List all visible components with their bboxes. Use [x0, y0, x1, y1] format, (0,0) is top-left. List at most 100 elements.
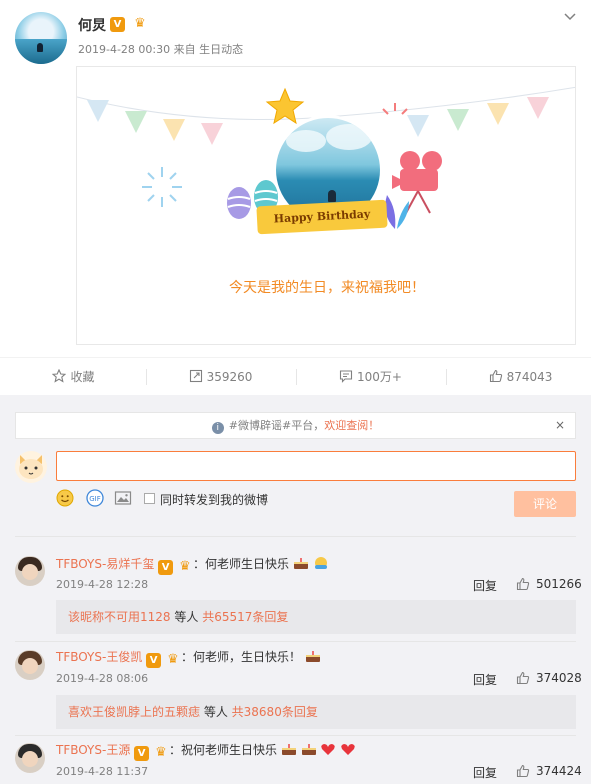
sub-reply-count[interactable]: 共38680条回复: [232, 705, 318, 719]
crown-icon: ♛: [134, 16, 146, 31]
card-caption: 今天是我的生日，来祝福我吧！: [229, 280, 425, 296]
bunting-flag: [201, 123, 223, 145]
sub-replies[interactable]: 该昵称不可用1128 等人 共65517条回复: [56, 600, 576, 634]
divider: [15, 536, 576, 537]
comment-text: ：祝何老师生日快乐: [168, 743, 277, 757]
bunting-flag: [87, 100, 109, 122]
bunting-flag: [447, 109, 469, 131]
thumbs-up-icon[interactable]: [516, 764, 530, 778]
hug-emoji-icon: [314, 557, 327, 569]
notice-link[interactable]: 欢迎查阅！: [324, 419, 379, 432]
comment-time: 2019-4-28 08:06: [56, 672, 149, 685]
comment-input[interactable]: [56, 451, 576, 481]
divider: [15, 735, 576, 736]
comment-like-count: 501266: [536, 577, 582, 591]
comment-icon: [339, 370, 353, 383]
favorite-label: 收藏: [70, 370, 95, 384]
svg-text:GIF: GIF: [89, 495, 101, 503]
comment-line: TFBOYS-易烊千玺 V ♛ ：何老师生日快乐: [56, 555, 329, 575]
sparkle-icon: [142, 167, 182, 207]
reply-button[interactable]: 回复: [473, 764, 497, 781]
comment-button[interactable]: 100万+: [297, 358, 444, 396]
post-action-bar: 收藏 359260 100万+ 874043: [0, 357, 591, 395]
comment-line: TFBOYS-王源 V ♛ ：祝何老师生日快乐: [56, 741, 356, 761]
avatar-face: [22, 564, 38, 580]
comments-section: i #微博辟谣#平台，欢迎查阅！ × GIF 同时转发到我的微博 评论 TFBO…: [0, 395, 591, 784]
avatar-face: [22, 658, 38, 674]
repost-count: 359260: [206, 370, 253, 384]
thumbs-up-icon[interactable]: [516, 577, 530, 591]
cake-emoji-icon: [305, 651, 320, 662]
sub-replies[interactable]: 喜欢王俊凯脖上的五颗痣 等人 共38680条回复: [56, 695, 576, 729]
sub-reply-user[interactable]: 该昵称不可用1128: [68, 610, 171, 624]
notice-text: #微博辟谣#平台，: [228, 419, 325, 432]
weibo-post: 何炅 V ♛ 2019-4-28 00:30 来自 生日动态 Happy Bir…: [0, 0, 591, 357]
divider: [15, 641, 576, 642]
happy-birthday-banner: Happy Birthday: [256, 199, 388, 235]
sub-reply-mid: 等人: [170, 610, 203, 624]
comment-time: 2019-4-28 11:37: [56, 765, 149, 778]
avatar-figure: [37, 43, 43, 52]
like-count: 874043: [506, 370, 553, 384]
comment-avatar[interactable]: [15, 556, 45, 586]
close-icon[interactable]: ×: [555, 413, 565, 438]
comment-count: 100万+: [357, 370, 402, 384]
comment-like-count: 374028: [536, 671, 582, 685]
chevron-down-icon[interactable]: [563, 10, 577, 24]
post-meta[interactable]: 2019-4-28 00:30 来自 生日动态: [78, 41, 243, 57]
verified-badge-icon: V: [134, 746, 150, 761]
sub-reply-count[interactable]: 共65517条回复: [202, 610, 288, 624]
comment-like-count: 374424: [536, 764, 582, 778]
bunting-flag: [125, 111, 147, 133]
sub-reply-user[interactable]: 喜欢王俊凯脖上的五颗痣: [68, 705, 200, 719]
repost-checkbox-label[interactable]: 同时转发到我的微博: [160, 491, 268, 508]
cat-avatar-icon: [19, 455, 43, 479]
crown-icon: ♛: [167, 652, 179, 667]
reply-button[interactable]: 回复: [473, 671, 497, 688]
photo-cloud: [286, 130, 326, 152]
thumbs-up-icon[interactable]: [516, 671, 530, 685]
comment-author[interactable]: TFBOYS-王俊凯: [56, 650, 142, 664]
heart-emoji-icon: [321, 744, 336, 755]
star-icon: [265, 87, 305, 125]
comment-time: 2019-4-28 12:28: [56, 578, 149, 591]
favorite-button[interactable]: 收藏: [0, 358, 147, 396]
crown-icon: ♛: [179, 559, 191, 574]
thumbs-up-icon: [489, 369, 502, 383]
info-icon: i: [211, 422, 224, 434]
cake-emoji-icon: [293, 558, 308, 569]
image-icon[interactable]: [114, 489, 132, 507]
verified-badge-icon: V: [158, 560, 174, 575]
repost-button[interactable]: 359260: [147, 358, 294, 396]
heart-emoji-icon: [341, 744, 355, 755]
comment-author[interactable]: TFBOYS-王源: [56, 743, 130, 757]
user-name[interactable]: 何炅: [78, 15, 106, 35]
submit-comment-button[interactable]: 评论: [514, 491, 576, 517]
photo-cloud: [326, 124, 372, 150]
rumor-notice: i #微博辟谣#平台，欢迎查阅！ ×: [15, 412, 576, 439]
bunting-flag: [163, 119, 185, 141]
avatar-face: [22, 751, 38, 767]
repost-icon: [189, 369, 202, 383]
comment-text: ：何老师，生日快乐！: [180, 650, 301, 664]
comment-text: ：何老师生日快乐: [192, 557, 289, 571]
birthday-card[interactable]: Happy Birthday 今天是我的生日，来祝福我吧！: [76, 66, 576, 345]
verified-badge-icon: V: [110, 17, 125, 32]
like-button[interactable]: 874043: [447, 358, 591, 396]
cake-emoji-icon: [281, 744, 296, 755]
user-avatar[interactable]: [15, 12, 67, 64]
emoji-icon[interactable]: [56, 489, 74, 507]
cake-emoji-icon: [301, 744, 316, 755]
repost-checkbox[interactable]: [144, 493, 155, 504]
bunting-flag: [487, 103, 509, 125]
gif-icon[interactable]: GIF: [86, 489, 104, 507]
sparkle-icon: [382, 103, 408, 115]
star-outline-icon: [52, 369, 67, 383]
comment-avatar[interactable]: [15, 650, 45, 680]
bunting-flag: [527, 97, 549, 119]
comment-author[interactable]: TFBOYS-易烊千玺: [56, 557, 154, 571]
sub-reply-mid: 等人: [200, 705, 232, 719]
my-avatar: [15, 451, 47, 483]
comment-avatar[interactable]: [15, 743, 45, 773]
reply-button[interactable]: 回复: [473, 577, 497, 594]
